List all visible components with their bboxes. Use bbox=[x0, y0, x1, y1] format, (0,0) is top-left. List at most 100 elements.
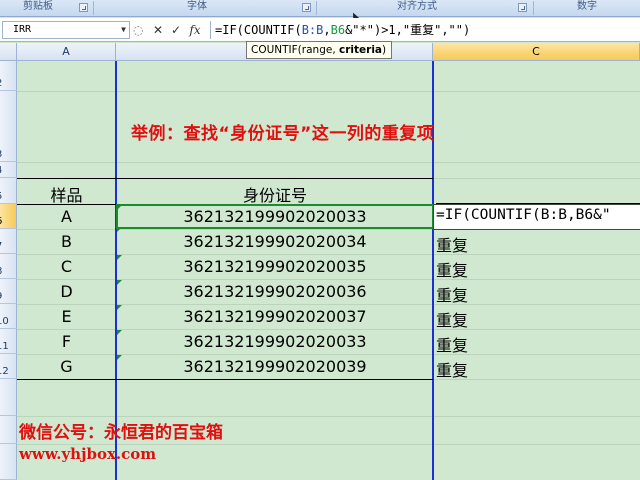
grid-line bbox=[17, 162, 640, 163]
grid-line bbox=[17, 329, 640, 330]
in-cell-editor[interactable]: =IF(COUNTIF(B:B,B6&" bbox=[433, 204, 640, 230]
cell-result[interactable]: 重复 bbox=[436, 282, 468, 306]
error-indicator-icon[interactable] bbox=[117, 280, 122, 285]
row-number: 2 bbox=[0, 78, 2, 89]
grid-line bbox=[17, 416, 640, 417]
header-id-number[interactable]: 身份证号 bbox=[117, 182, 433, 206]
cell-id[interactable]: 362132199902020034 bbox=[117, 232, 433, 251]
header-sample[interactable]: 样品 bbox=[17, 182, 116, 206]
insert-function-icon[interactable]: fx bbox=[185, 21, 205, 39]
row-header[interactable] bbox=[0, 416, 17, 444]
ribbon-group-label: 字体 bbox=[187, 1, 207, 12]
cell-id[interactable]: 362132199902020037 bbox=[117, 307, 433, 326]
function-argument-tooltip[interactable]: COUNTIF(range, criteria) bbox=[246, 41, 392, 59]
row-number: 8 bbox=[0, 266, 2, 277]
row-header[interactable]: 5 bbox=[0, 178, 17, 204]
alignment-dialog-launcher-icon[interactable] bbox=[518, 3, 527, 12]
formula-buttons: ◌ ✕ ✓ fx bbox=[133, 21, 207, 39]
row-number: 3 bbox=[0, 149, 2, 160]
row-header[interactable]: 7 bbox=[0, 229, 17, 254]
cell-id[interactable]: 362132199902020039 bbox=[117, 357, 433, 376]
ribbon-group-clipboard[interactable]: 剪贴板 bbox=[0, 0, 76, 16]
excel-window: 剪贴板 字体 对齐方式 数字 IRR ▼ ◌ ✕ ✓ fx =IF(COUNTI… bbox=[0, 0, 640, 480]
cell-result[interactable]: 重复 bbox=[436, 232, 468, 256]
ribbon-group-alignment[interactable]: 对齐方式 bbox=[317, 0, 517, 16]
clipboard-dialog-launcher-icon[interactable] bbox=[79, 3, 88, 12]
cell-sample[interactable]: D bbox=[17, 282, 116, 301]
cell-sample[interactable]: B bbox=[17, 232, 116, 251]
cell-sample[interactable]: G bbox=[17, 357, 116, 376]
error-indicator-icon[interactable] bbox=[117, 355, 122, 360]
cell-sample[interactable]: E bbox=[17, 307, 116, 326]
row-header[interactable]: 4 bbox=[0, 162, 17, 178]
formula-text-suffix: &"*")>1,"重复","") bbox=[345, 23, 471, 37]
column-label: C bbox=[532, 45, 540, 58]
referenced-cell-highlight bbox=[116, 204, 434, 229]
ribbon-group-number[interactable]: 数字 bbox=[534, 0, 640, 16]
formula-ref-cell: B6 bbox=[330, 23, 346, 37]
row-header[interactable]: 2 bbox=[0, 61, 17, 91]
row-number: 10 bbox=[0, 316, 9, 327]
name-box-value: IRR bbox=[13, 24, 32, 35]
row-number: 11 bbox=[0, 341, 9, 352]
row-header[interactable]: 8 bbox=[0, 254, 17, 279]
ribbon-group-font[interactable]: 字体 bbox=[94, 0, 300, 16]
tooltip-function-text: COUNTIF(range, bbox=[251, 44, 339, 56]
select-all-corner[interactable] bbox=[0, 43, 17, 61]
column-header-c[interactable]: C bbox=[433, 43, 640, 61]
cell-result[interactable]: 重复 bbox=[436, 357, 468, 381]
row-number: 9 bbox=[0, 291, 2, 302]
row-header[interactable]: 12 bbox=[0, 354, 17, 379]
formula-bar: IRR ▼ ◌ ✕ ✓ fx =IF(COUNTIF(B:B,B6&"*")>1… bbox=[0, 18, 640, 42]
grid-line bbox=[17, 254, 640, 255]
error-indicator-icon[interactable] bbox=[117, 305, 122, 310]
tooltip-active-argument: criteria bbox=[339, 44, 383, 56]
chevron-down-icon[interactable]: ▼ bbox=[121, 22, 126, 38]
row-header[interactable]: 9 bbox=[0, 279, 17, 304]
table-border-top bbox=[17, 178, 433, 179]
column-header-a[interactable]: A bbox=[17, 43, 116, 61]
row-header[interactable]: 10 bbox=[0, 304, 17, 329]
row-header[interactable]: 3 bbox=[0, 91, 17, 162]
cancel-icon[interactable]: ✕ bbox=[149, 21, 167, 39]
column-label: A bbox=[62, 45, 70, 58]
row-number: 6 bbox=[0, 216, 2, 227]
error-indicator-icon[interactable] bbox=[117, 255, 122, 260]
grid-line bbox=[17, 279, 640, 280]
grid-line bbox=[17, 304, 640, 305]
row-number: 5 bbox=[0, 191, 2, 202]
circle-icon: ◌ bbox=[133, 23, 144, 37]
grid-line bbox=[17, 91, 640, 92]
cell-result[interactable]: 重复 bbox=[436, 307, 468, 331]
cell-result[interactable]: 重复 bbox=[436, 332, 468, 356]
tooltip-close-paren: ) bbox=[382, 44, 387, 56]
row-header[interactable] bbox=[0, 444, 17, 480]
ribbon-group-label: 数字 bbox=[577, 1, 597, 12]
cell-sample[interactable]: A bbox=[17, 207, 116, 226]
wechat-account-text: 微信公号：永恒君的百宝箱 bbox=[19, 423, 223, 443]
ribbon-group-label: 剪贴板 bbox=[23, 1, 53, 12]
cell-sample[interactable]: F bbox=[17, 332, 116, 351]
example-heading: 举例：查找“身份证号”这一列的重复项 bbox=[131, 124, 435, 144]
cell-sample[interactable]: C bbox=[17, 257, 116, 276]
formula-input[interactable]: =IF(COUNTIF(B:B,B6&"*")>1,"重复","") bbox=[210, 21, 636, 39]
row-header-selected[interactable]: 6 bbox=[0, 204, 17, 229]
font-dialog-launcher-icon[interactable] bbox=[302, 3, 311, 12]
website-text: www.yhjbox.com bbox=[19, 445, 157, 463]
row-header[interactable] bbox=[0, 379, 17, 416]
name-box[interactable]: IRR ▼ bbox=[2, 21, 130, 39]
cell-id[interactable]: 362132199902020035 bbox=[117, 257, 433, 276]
grid-line bbox=[17, 354, 640, 355]
row-header[interactable]: 11 bbox=[0, 329, 17, 354]
formula-text-sep: , bbox=[323, 23, 331, 37]
in-cell-editor-text: =IF(COUNTIF(B:B,B6&" bbox=[436, 207, 611, 223]
ribbon-group-label: 对齐方式 bbox=[397, 1, 437, 12]
error-indicator-icon[interactable] bbox=[117, 330, 122, 335]
cell-id[interactable]: 362132199902020036 bbox=[117, 282, 433, 301]
row-number: 12 bbox=[0, 366, 9, 377]
table-border-bottom bbox=[17, 379, 433, 380]
ribbon-group-bar: 剪贴板 字体 对齐方式 数字 bbox=[0, 0, 640, 17]
cell-id[interactable]: 362132199902020033 bbox=[117, 332, 433, 351]
cell-result[interactable]: 重复 bbox=[436, 257, 468, 281]
enter-check-icon[interactable]: ✓ bbox=[167, 21, 185, 39]
